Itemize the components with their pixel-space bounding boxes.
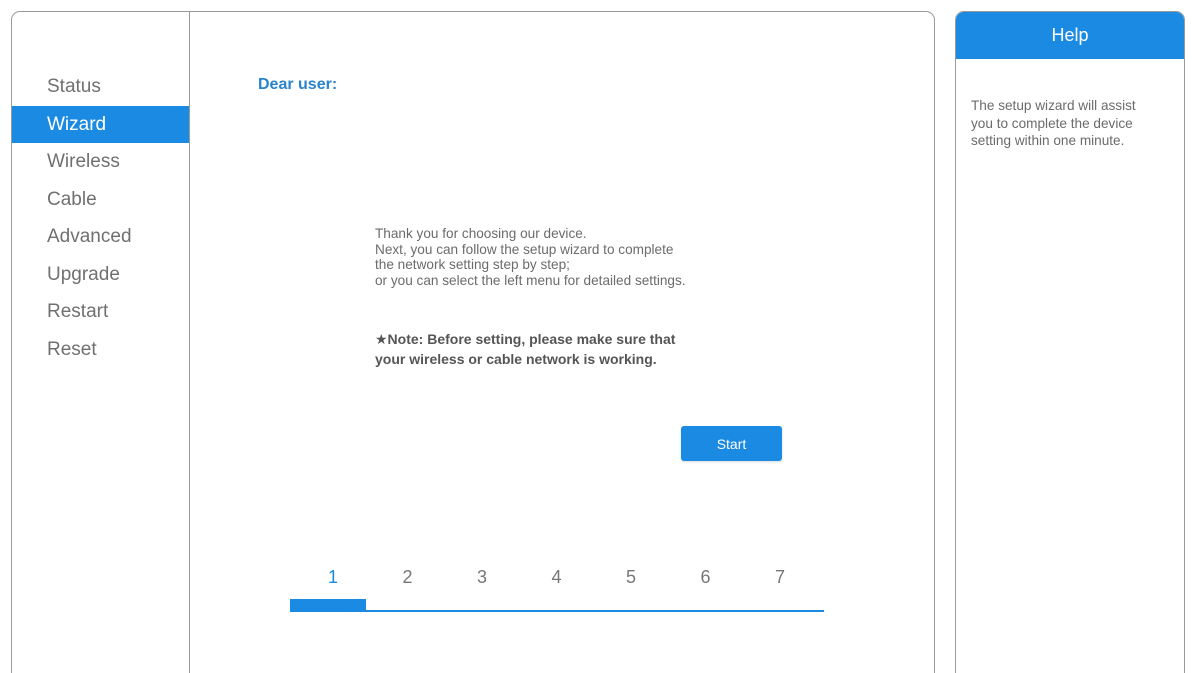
greeting-heading: Dear user: bbox=[258, 76, 338, 93]
help-text: The setup wizard will assist you to comp… bbox=[956, 59, 1184, 150]
help-panel: Help The setup wizard will assist you to… bbox=[955, 11, 1185, 673]
intro-line: the network setting step by step; bbox=[375, 257, 570, 272]
note-text: ★Note: Before setting, please make sure … bbox=[375, 329, 795, 369]
step-track bbox=[290, 610, 824, 612]
nav-item-reset[interactable]: Reset bbox=[12, 331, 189, 369]
note-line: ★Note: Before setting, please make sure … bbox=[375, 331, 676, 347]
step-4: 4 bbox=[551, 567, 562, 587]
step-labels: 1 2 3 4 5 6 7 bbox=[290, 567, 824, 588]
help-line: The setup wizard will assist bbox=[971, 98, 1136, 113]
nav-menu: Status Wizard Wireless Cable Advanced Up… bbox=[12, 68, 189, 368]
nav-item-upgrade[interactable]: Upgrade bbox=[12, 256, 189, 294]
wizard-content: Dear user: Thank you for choosing our de… bbox=[190, 12, 934, 673]
nav-item-cable[interactable]: Cable bbox=[12, 181, 189, 219]
step-progress-bar bbox=[290, 599, 366, 611]
nav-item-wizard[interactable]: Wizard bbox=[12, 105, 189, 143]
step-7: 7 bbox=[774, 567, 785, 587]
intro-line: or you can select the left menu for deta… bbox=[375, 272, 686, 288]
wizard-page: Status Wizard Wireless Cable Advanced Up… bbox=[0, 0, 1195, 673]
sidebar: Status Wizard Wireless Cable Advanced Up… bbox=[12, 12, 190, 673]
step-5: 5 bbox=[625, 567, 636, 587]
intro-line: Thank you for choosing our device. bbox=[375, 226, 587, 241]
nav-item-status[interactable]: Status bbox=[12, 68, 189, 106]
step-6: 6 bbox=[700, 567, 711, 587]
help-title: Help bbox=[956, 12, 1184, 59]
step-1: 1 bbox=[327, 567, 338, 587]
step-indicator: 1 2 3 4 5 6 7 bbox=[290, 567, 824, 613]
help-line: setting within one minute. bbox=[971, 133, 1125, 148]
intro-line: Next, you can follow the setup wizard to… bbox=[375, 241, 674, 257]
start-button[interactable]: Start bbox=[681, 426, 782, 461]
step-2: 2 bbox=[402, 567, 413, 587]
nav-item-advanced[interactable]: Advanced bbox=[12, 218, 189, 256]
intro-text: Thank you for choosing our device. Next,… bbox=[375, 226, 815, 288]
help-line: you to complete the device bbox=[971, 115, 1133, 131]
note-line: your wireless or cable network is workin… bbox=[375, 351, 657, 367]
nav-item-restart[interactable]: Restart bbox=[12, 293, 189, 331]
main-panel: Status Wizard Wireless Cable Advanced Up… bbox=[11, 11, 935, 673]
nav-item-wireless[interactable]: Wireless bbox=[12, 143, 189, 181]
step-3: 3 bbox=[476, 567, 487, 587]
